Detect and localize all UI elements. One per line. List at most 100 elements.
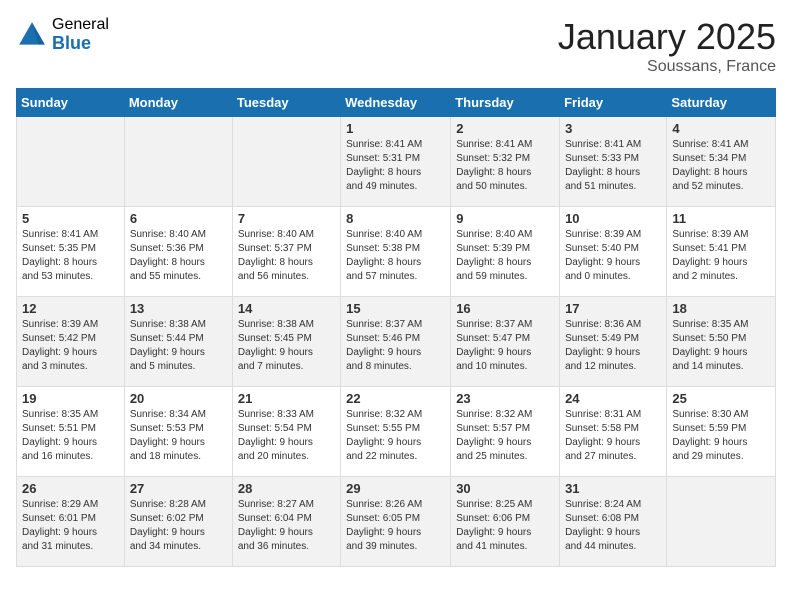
calendar-cell: 13 Sunrise: 8:38 AM Sunset: 5:44 PM Dayli… [124,297,232,387]
calendar-cell: 7Sunrise: 8:40 AM Sunset: 5:37 PM Daylig… [232,207,340,297]
calendar-cell: 15 Sunrise: 8:37 AM Sunset: 5:46 PM Dayli… [341,297,451,387]
logo: General Blue [16,16,109,53]
day-number: 6 [130,211,227,226]
day-number: 18 [672,301,770,316]
calendar-cell: 28Sunrise: 8:27 AM Sunset: 6:04 PM Dayli… [232,477,340,567]
day-info: Sunrise: 8:24 AM Sunset: 6:08 PM Dayligh… [565,498,661,554]
weekday-header-thursday: Thursday [451,89,560,117]
day-number: 22 [346,391,445,406]
day-info: Sunrise: 8:38 AM Sunset: 5:45 PM Dayligh… [238,318,335,374]
calendar-cell: 2 Sunrise: 8:41 AM Sunset: 5:32 PM Daylig… [451,117,560,207]
calendar-cell: 4 Sunrise: 8:41 AM Sunset: 5:34 PM Daylig… [667,117,776,207]
day-info: Sunrise: 8:35 AM Sunset: 5:50 PM Dayligh… [672,318,770,374]
day-info: Sunrise: 8:37 AM Sunset: 5:46 PM Dayligh… [346,318,445,374]
day-info: Sunrise: 8:38 AM Sunset: 5:44 PM Dayligh… [130,318,227,374]
day-info: Sunrise: 8:39 AM Sunset: 5:40 PM Dayligh… [565,228,661,284]
day-info: Sunrise: 8:32 AM Sunset: 5:55 PM Dayligh… [346,408,445,464]
calendar-cell [17,117,125,207]
logo-blue: Blue [52,34,109,54]
title-block: January 2025 Soussans, France [558,16,776,76]
page-title: January 2025 [558,16,776,58]
day-number: 10 [565,211,661,226]
calendar-cell: 6Sunrise: 8:40 AM Sunset: 5:36 PM Daylig… [124,207,232,297]
calendar-week-row: 5 Sunrise: 8:41 AM Sunset: 5:35 PM Daylig… [17,207,776,297]
day-number: 16 [456,301,554,316]
weekday-header-sunday: Sunday [17,89,125,117]
calendar-cell: 27 Sunrise: 8:28 AM Sunset: 6:02 PM Dayli… [124,477,232,567]
day-number: 19 [22,391,119,406]
weekday-header-wednesday: Wednesday [341,89,451,117]
calendar-cell: 21 Sunrise: 8:33 AM Sunset: 5:54 PM Dayli… [232,387,340,477]
calendar-cell: 8 Sunrise: 8:40 AM Sunset: 5:38 PM Daylig… [341,207,451,297]
calendar-cell: 11Sunrise: 8:39 AM Sunset: 5:41 PM Dayli… [667,207,776,297]
day-info: Sunrise: 8:28 AM Sunset: 6:02 PM Dayligh… [130,498,227,554]
calendar-week-row: 19 Sunrise: 8:35 AM Sunset: 5:51 PM Dayli… [17,387,776,477]
weekday-header-tuesday: Tuesday [232,89,340,117]
day-number: 2 [456,121,554,136]
location-subtitle: Soussans, France [558,58,776,76]
day-number: 27 [130,481,227,496]
day-info: Sunrise: 8:41 AM Sunset: 5:31 PM Dayligh… [346,138,445,194]
calendar-cell: 31 Sunrise: 8:24 AM Sunset: 6:08 PM Dayli… [560,477,667,567]
day-number: 12 [22,301,119,316]
day-info: Sunrise: 8:39 AM Sunset: 5:42 PM Dayligh… [22,318,119,374]
calendar-week-row: 1Sunrise: 8:41 AM Sunset: 5:31 PM Daylig… [17,117,776,207]
day-info: Sunrise: 8:39 AM Sunset: 5:41 PM Dayligh… [672,228,770,284]
calendar-cell: 3 Sunrise: 8:41 AM Sunset: 5:33 PM Daylig… [560,117,667,207]
day-info: Sunrise: 8:37 AM Sunset: 5:47 PM Dayligh… [456,318,554,374]
day-number: 15 [346,301,445,316]
calendar-cell: 22 Sunrise: 8:32 AM Sunset: 5:55 PM Dayli… [341,387,451,477]
day-info: Sunrise: 8:33 AM Sunset: 5:54 PM Dayligh… [238,408,335,464]
calendar-cell: 14 Sunrise: 8:38 AM Sunset: 5:45 PM Dayli… [232,297,340,387]
calendar-cell: 17 Sunrise: 8:36 AM Sunset: 5:49 PM Dayli… [560,297,667,387]
calendar-cell: 24Sunrise: 8:31 AM Sunset: 5:58 PM Dayli… [560,387,667,477]
logo-general: General [52,16,109,34]
day-number: 3 [565,121,661,136]
calendar-cell: 12 Sunrise: 8:39 AM Sunset: 5:42 PM Dayli… [17,297,125,387]
calendar-cell: 9 Sunrise: 8:40 AM Sunset: 5:39 PM Daylig… [451,207,560,297]
day-info: Sunrise: 8:29 AM Sunset: 6:01 PM Dayligh… [22,498,119,554]
day-info: Sunrise: 8:41 AM Sunset: 5:35 PM Dayligh… [22,228,119,284]
day-number: 17 [565,301,661,316]
day-info: Sunrise: 8:41 AM Sunset: 5:32 PM Dayligh… [456,138,554,194]
day-info: Sunrise: 8:30 AM Sunset: 5:59 PM Dayligh… [672,408,770,464]
day-number: 21 [238,391,335,406]
day-number: 29 [346,481,445,496]
day-info: Sunrise: 8:32 AM Sunset: 5:57 PM Dayligh… [456,408,554,464]
day-info: Sunrise: 8:40 AM Sunset: 5:39 PM Dayligh… [456,228,554,284]
logo-text: General Blue [52,16,109,53]
day-info: Sunrise: 8:40 AM Sunset: 5:38 PM Dayligh… [346,228,445,284]
day-info: Sunrise: 8:27 AM Sunset: 6:04 PM Dayligh… [238,498,335,554]
calendar-cell [232,117,340,207]
day-info: Sunrise: 8:36 AM Sunset: 5:49 PM Dayligh… [565,318,661,374]
day-info: Sunrise: 8:41 AM Sunset: 5:34 PM Dayligh… [672,138,770,194]
weekday-header-friday: Friday [560,89,667,117]
calendar-cell: 29 Sunrise: 8:26 AM Sunset: 6:05 PM Dayli… [341,477,451,567]
day-number: 30 [456,481,554,496]
calendar-cell: 23Sunrise: 8:32 AM Sunset: 5:57 PM Dayli… [451,387,560,477]
calendar-cell: 5 Sunrise: 8:41 AM Sunset: 5:35 PM Daylig… [17,207,125,297]
page-header: General Blue January 2025 Soussans, Fran… [16,16,776,76]
calendar-cell [124,117,232,207]
day-number: 13 [130,301,227,316]
day-number: 8 [346,211,445,226]
day-number: 9 [456,211,554,226]
day-number: 14 [238,301,335,316]
day-info: Sunrise: 8:26 AM Sunset: 6:05 PM Dayligh… [346,498,445,554]
day-info: Sunrise: 8:41 AM Sunset: 5:33 PM Dayligh… [565,138,661,194]
day-info: Sunrise: 8:31 AM Sunset: 5:58 PM Dayligh… [565,408,661,464]
day-number: 25 [672,391,770,406]
weekday-header-saturday: Saturday [667,89,776,117]
day-info: Sunrise: 8:40 AM Sunset: 5:37 PM Dayligh… [238,228,335,284]
calendar-cell: 19 Sunrise: 8:35 AM Sunset: 5:51 PM Dayli… [17,387,125,477]
day-info: Sunrise: 8:35 AM Sunset: 5:51 PM Dayligh… [22,408,119,464]
calendar-week-row: 26 Sunrise: 8:29 AM Sunset: 6:01 PM Dayli… [17,477,776,567]
day-info: Sunrise: 8:25 AM Sunset: 6:06 PM Dayligh… [456,498,554,554]
weekday-header-monday: Monday [124,89,232,117]
day-number: 4 [672,121,770,136]
calendar-cell: 18 Sunrise: 8:35 AM Sunset: 5:50 PM Dayli… [667,297,776,387]
day-number: 26 [22,481,119,496]
day-number: 5 [22,211,119,226]
day-number: 31 [565,481,661,496]
day-info: Sunrise: 8:34 AM Sunset: 5:53 PM Dayligh… [130,408,227,464]
